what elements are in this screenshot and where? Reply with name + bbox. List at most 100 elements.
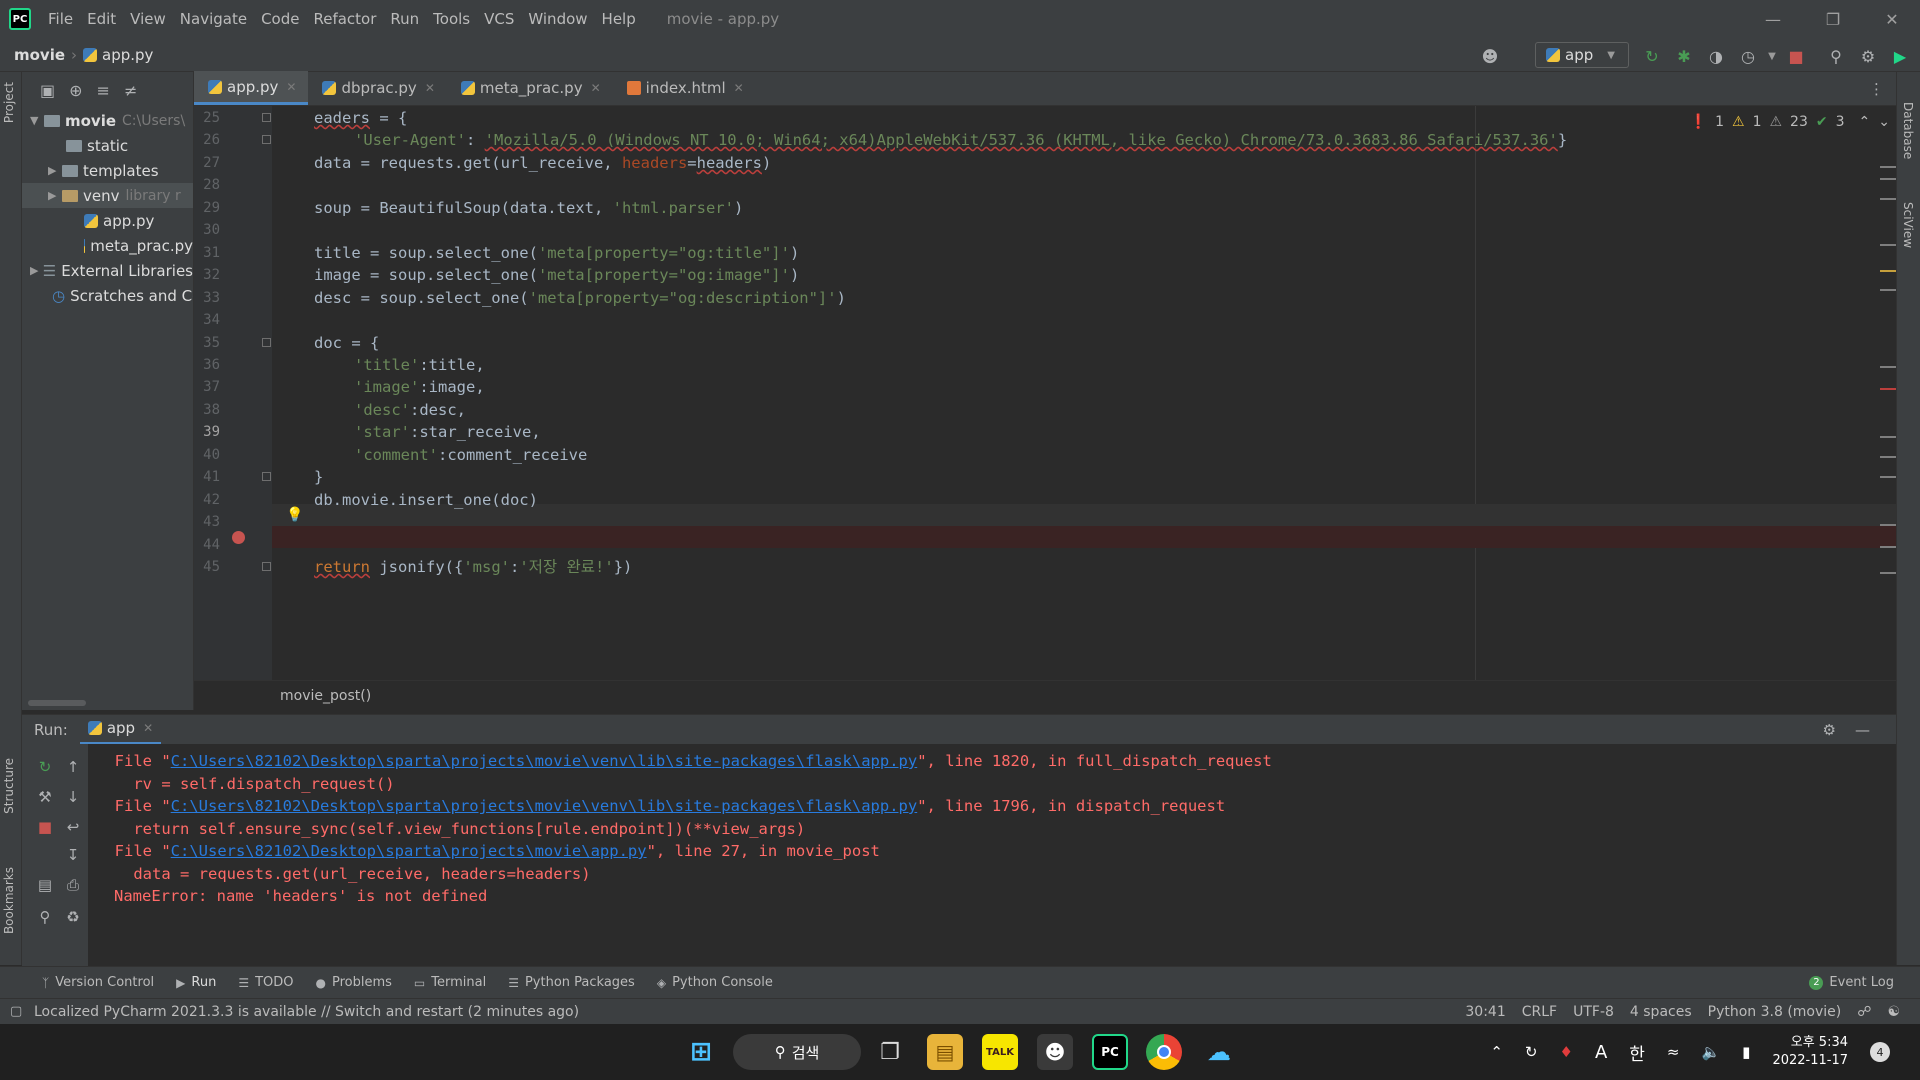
error-stripe-mark[interactable] <box>1880 476 1896 478</box>
tree-item-scratches[interactable]: ◷ Scratches and Co <box>22 283 193 308</box>
breakpoint-icon[interactable] <box>232 531 245 544</box>
code-line[interactable]: data = requests.get(url_receive, headers… <box>314 152 771 174</box>
error-stripe-mark[interactable] <box>1880 198 1896 200</box>
scroll-up-icon[interactable]: ↑ <box>62 756 84 778</box>
console-file-link[interactable]: C:\Users\82102\Desktop\sparta\projects\m… <box>171 797 918 815</box>
tool-tab-version-control[interactable]: ᛉ Version Control <box>42 975 154 990</box>
error-stripe-mark[interactable] <box>1880 388 1896 390</box>
tree-item-venv[interactable]: ▶ venv library r <box>22 183 193 208</box>
expand-all-icon[interactable]: ≡ <box>97 81 110 100</box>
code-line[interactable]: title = soup.select_one('meta[property="… <box>314 242 799 264</box>
debug-icon[interactable]: ✱ <box>1674 46 1694 66</box>
code-editor[interactable]: 25 26 27 28 29 30 31 32 33 34 35 36 37 3… <box>194 106 1896 680</box>
structure-tool-tab[interactable]: Structure <box>2 758 16 814</box>
error-stripe[interactable] <box>1876 106 1896 680</box>
error-stripe-mark[interactable] <box>1880 166 1896 168</box>
error-stripe-mark[interactable] <box>1880 546 1896 548</box>
clock[interactable]: 오후 5:34 2022-11-17 <box>1772 1034 1848 1070</box>
rerun-icon[interactable]: ↻ <box>1642 46 1662 66</box>
taskbar-search[interactable]: ⚲ 검색 <box>733 1034 861 1070</box>
breadcrumb-project[interactable]: movie <box>14 46 65 64</box>
lock-icon[interactable]: ☍ <box>1857 1004 1871 1020</box>
hide-panel-icon[interactable]: — <box>1855 721 1870 739</box>
stop-icon[interactable]: ■ <box>1786 46 1806 66</box>
ime-language[interactable]: 한 <box>1629 1040 1645 1065</box>
notification-badge[interactable]: 4 <box>1870 1042 1890 1062</box>
search-icon[interactable]: ⚲ <box>1826 46 1846 66</box>
lightbulb-icon[interactable]: 💡 <box>286 507 303 523</box>
code-line[interactable]: image = soup.select_one('meta[property="… <box>314 264 799 286</box>
project-view-select-icon[interactable]: ▣ <box>40 81 55 100</box>
kakaotalk-icon[interactable]: TALK <box>982 1034 1018 1070</box>
tree-item-external-libraries[interactable]: ▶ ☰ External Libraries <box>22 258 193 283</box>
error-stripe-mark[interactable] <box>1880 270 1896 272</box>
trash-icon[interactable]: ♻ <box>62 906 84 928</box>
code-line[interactable]: desc = soup.select_one('meta[property="o… <box>314 287 846 309</box>
file-explorer-icon[interactable]: ▤ <box>927 1034 963 1070</box>
error-stripe-mark[interactable] <box>1880 244 1896 246</box>
inspection-widget[interactable]: ❗ 1 ⚠ 1 ⚠ 23 ✔ 3 ⌃ ⌄ <box>1690 114 1890 130</box>
function-breadcrumb[interactable]: movie_post() <box>194 680 1896 710</box>
toggle-tool-windows-icon[interactable]: ▢ <box>10 1004 22 1019</box>
fold-marker-icon[interactable] <box>262 113 271 122</box>
tree-item-movie[interactable]: ▼ movie C:\Users\ <box>22 108 193 133</box>
pycharm-logo-icon[interactable]: PC <box>9 8 31 30</box>
error-stripe-mark[interactable] <box>1880 572 1896 574</box>
code-line[interactable]: 'comment':comment_receive <box>354 444 587 466</box>
ime-mode[interactable]: A <box>1595 1042 1607 1063</box>
tab-dbprac-py[interactable]: dbprac.py ✕ <box>308 71 446 105</box>
run-tab-app[interactable]: app ✕ <box>79 715 162 745</box>
breadcrumb-file[interactable]: app.py <box>102 46 153 64</box>
event-log-button[interactable]: 2 Event Log <box>1809 975 1894 990</box>
run-console[interactable]: File "C:\Users\82102\Desktop\sparta\proj… <box>88 744 1896 966</box>
code-line[interactable]: 'star':star_receive, <box>354 421 541 443</box>
code-line[interactable]: return jsonify({'msg':'저장 완료!'}) <box>314 556 632 578</box>
volume-icon[interactable]: 🔈 <box>1701 1043 1720 1061</box>
tool-tab-problems[interactable]: ● Problems <box>316 975 392 990</box>
close-tab-icon[interactable]: ✕ <box>734 81 744 95</box>
chrome-icon[interactable] <box>1146 1034 1182 1070</box>
minimize-icon[interactable]: — <box>1745 0 1801 38</box>
code-line[interactable]: eaders = { <box>314 107 407 129</box>
code-line[interactable]: 'title':title, <box>354 354 485 376</box>
fold-marker-icon[interactable] <box>262 562 271 571</box>
python-interpreter[interactable]: Python 3.8 (movie) <box>1708 1004 1842 1020</box>
tool-tab-python-console[interactable]: ◈ Python Console <box>657 975 773 990</box>
wifi-icon[interactable]: ≈ <box>1667 1043 1680 1061</box>
wrench-icon[interactable]: ⚒ <box>34 786 56 808</box>
inspection-profile-icon[interactable]: ☯ <box>1887 1004 1900 1020</box>
fold-marker-icon[interactable] <box>262 338 271 347</box>
menu-refactor[interactable]: Refactor <box>306 10 383 28</box>
code-line[interactable]: doc = { <box>314 332 379 354</box>
restore-icon[interactable]: ❐ <box>1805 0 1861 38</box>
error-stripe-mark[interactable] <box>1880 456 1896 458</box>
code-with-me-icon[interactable]: ▶ <box>1890 46 1910 66</box>
settings-gear-icon[interactable]: ⚙ <box>1823 721 1836 739</box>
menu-code[interactable]: Code <box>254 10 306 28</box>
tab-options-icon[interactable]: ⋮ <box>1869 80 1884 98</box>
chevron-up-icon[interactable]: ⌃ <box>1859 114 1871 130</box>
fold-marker-icon[interactable] <box>262 135 271 144</box>
menu-help[interactable]: Help <box>595 10 643 28</box>
fold-marker-icon[interactable] <box>262 472 271 481</box>
menu-file[interactable]: File <box>41 10 80 28</box>
windows-start-icon[interactable]: ⊞ <box>683 1034 719 1070</box>
tool-tab-todo[interactable]: ☰ TODO <box>238 975 293 990</box>
locate-file-icon[interactable]: ⊕ <box>69 81 82 100</box>
project-tool-tab[interactable]: Project <box>2 82 16 123</box>
error-stripe-mark[interactable] <box>1880 366 1896 368</box>
antivirus-icon[interactable]: ♦ <box>1559 1043 1572 1061</box>
chevron-up-icon[interactable]: ⌃ <box>1490 1043 1503 1061</box>
horizontal-scrollbar[interactable] <box>28 700 86 706</box>
pin-icon[interactable]: ⚲ <box>34 906 56 928</box>
scroll-to-end-icon[interactable]: ↧ <box>62 844 84 866</box>
user-icon[interactable]: ☻ <box>1480 46 1500 66</box>
menu-view[interactable]: View <box>123 10 173 28</box>
rerun-icon[interactable]: ↻ <box>34 756 56 778</box>
sciview-tool-tab[interactable]: SciView <box>1901 202 1915 248</box>
tab-index-html[interactable]: index.html ✕ <box>613 71 756 105</box>
error-stripe-mark[interactable] <box>1880 289 1896 291</box>
close-tab-icon[interactable]: ✕ <box>286 80 296 94</box>
code-line[interactable]: 'User-Agent': 'Mozilla/5.0 (Windows NT 1… <box>354 129 1567 151</box>
tab-app-py[interactable]: app.py ✕ <box>194 71 309 105</box>
